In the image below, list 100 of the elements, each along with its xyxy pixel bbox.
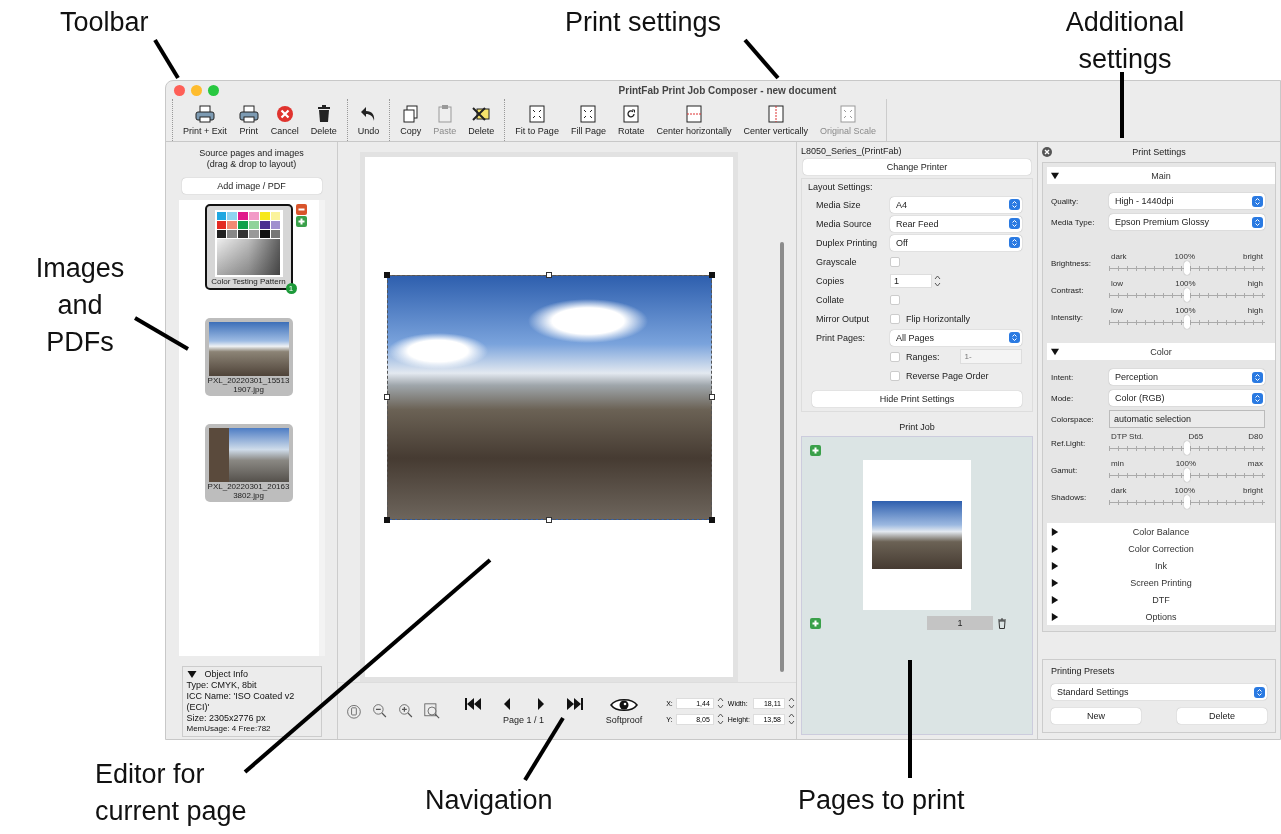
trash-icon[interactable]	[997, 617, 1007, 629]
resize-handle[interactable]	[708, 394, 715, 400]
photo-placeholder[interactable]	[386, 274, 712, 520]
section-header[interactable]: Ink	[1047, 557, 1275, 574]
delete-x-button[interactable]: Delete	[462, 99, 501, 141]
dropdown[interactable]: A4	[890, 196, 1022, 213]
checkbox[interactable]	[890, 351, 900, 362]
stepper-icon	[1009, 218, 1020, 229]
slider-thumb[interactable]	[1184, 468, 1190, 482]
copy-button[interactable]: Copy	[394, 99, 428, 141]
disclosure-triangle-icon[interactable]	[1051, 561, 1059, 570]
ranges-field[interactable]: 1-	[959, 349, 1022, 364]
rotate-button[interactable]: Rotate	[611, 99, 651, 141]
dropdown[interactable]: High - 1440dpi	[1109, 193, 1265, 209]
colorspace-field[interactable]: automatic selection	[1109, 410, 1265, 428]
cancel-button[interactable]: Cancel	[264, 99, 305, 141]
section-header[interactable]: Options	[1047, 608, 1275, 625]
center-h-button[interactable]: Center horizontally	[650, 99, 738, 141]
undo-button[interactable]: Undo	[351, 99, 386, 141]
setting-label: Quality:	[1051, 196, 1080, 206]
print-exit-button[interactable]: Print + Exit	[177, 99, 233, 141]
disclosure-triangle-icon[interactable]	[1051, 544, 1059, 553]
copies-field[interactable]: 1	[890, 273, 932, 288]
checkbox[interactable]	[890, 294, 900, 305]
thumbnail[interactable]: PXL_20220301_155131907.jpg	[204, 318, 293, 396]
disclosure-triangle-icon[interactable]	[1051, 612, 1059, 621]
checkbox[interactable]	[890, 313, 900, 324]
disclosure-triangle-icon[interactable]	[1051, 595, 1059, 604]
checkbox[interactable]	[890, 256, 900, 267]
setting-label: Gamut:	[1051, 466, 1079, 475]
section-header[interactable]: Color Correction	[1047, 540, 1275, 557]
fit-button[interactable]: Fit to Page	[509, 99, 565, 141]
resize-handle[interactable]	[546, 516, 552, 523]
resize-handle[interactable]	[383, 271, 390, 278]
slider-thumb[interactable]	[1184, 261, 1190, 275]
thumbnail[interactable]: PXL_20220301_201633802.jpg	[204, 424, 293, 502]
section-header[interactable]: Color Balance	[1047, 523, 1275, 540]
setting-label: Mirror Output	[816, 313, 870, 324]
page-indicator: Page 1 / 1	[503, 715, 545, 725]
trash-button[interactable]: Delete	[304, 99, 343, 141]
scale-label: high	[1247, 279, 1263, 288]
slider-thumb[interactable]	[1184, 315, 1190, 329]
zoom-fit-icon[interactable]	[423, 701, 440, 721]
disclosure-triangle-icon[interactable]	[1051, 578, 1059, 587]
dropdown[interactable]: Rear Feed	[890, 215, 1022, 232]
slider-thumb[interactable]	[1184, 288, 1190, 302]
close-button[interactable]	[174, 84, 185, 96]
fill-button[interactable]: Fill Page	[564, 99, 612, 141]
dropdown[interactable]: Standard Settings	[1051, 684, 1267, 700]
minus-icon[interactable]	[295, 204, 307, 215]
stepper-icon[interactable]	[716, 713, 724, 725]
info-text: ICC Name: 'ISO Coated v2 (ECI)'	[186, 691, 296, 713]
slider-thumb[interactable]	[1184, 495, 1190, 509]
dropdown[interactable]: Epson Premium Glossy	[1109, 214, 1265, 230]
first-page-icon[interactable]	[463, 697, 482, 711]
callout-label: Navigation	[425, 784, 554, 817]
print-button[interactable]: Print	[232, 99, 265, 141]
disclosure-triangle-icon[interactable]	[1051, 347, 1059, 356]
delete-button[interactable]: Delete	[1177, 708, 1267, 724]
stepper-icon	[1009, 237, 1020, 248]
stepper-icon[interactable]	[787, 713, 795, 725]
checkbox-label: Flip Horizontally	[906, 313, 971, 324]
stepper-icon[interactable]	[787, 697, 795, 709]
dropdown[interactable]: All Pages	[890, 329, 1022, 346]
last-page-icon[interactable]	[565, 697, 584, 711]
page-thumbnail[interactable]	[863, 460, 971, 610]
resize-handle[interactable]	[383, 394, 390, 400]
disclosure-triangle-icon[interactable]	[186, 670, 197, 679]
section-header[interactable]: Screen Printing	[1047, 574, 1275, 591]
leader-line	[523, 716, 565, 782]
slider-thumb[interactable]	[1184, 441, 1190, 455]
dropdown[interactable]: Perception	[1109, 369, 1265, 385]
eye-icon[interactable]	[609, 697, 638, 713]
stepper-icon[interactable]	[934, 274, 941, 287]
plus-icon[interactable]	[810, 445, 821, 456]
resize-handle[interactable]	[708, 271, 715, 278]
change-printer-button[interactable]: Change Printer	[803, 159, 1031, 175]
new-button[interactable]: New	[1051, 708, 1141, 724]
scale-label: dark	[1111, 486, 1127, 495]
stepper-icon[interactable]	[716, 697, 724, 709]
checkbox[interactable]	[890, 370, 900, 381]
dropdown[interactable]: Off	[890, 234, 1022, 251]
disclosure-triangle-icon[interactable]	[1051, 171, 1059, 180]
scale-label: D65	[1188, 432, 1204, 441]
hide-settings-button[interactable]: Hide Print Settings	[812, 391, 1022, 407]
resize-handle[interactable]	[383, 516, 390, 523]
resize-handle[interactable]	[708, 516, 715, 523]
plus-icon[interactable]	[295, 216, 307, 227]
section-header[interactable]: Color	[1047, 343, 1275, 360]
section-header[interactable]: Main	[1047, 167, 1275, 184]
close-icon[interactable]	[1042, 147, 1052, 157]
resize-handle[interactable]	[546, 271, 552, 278]
dropdown[interactable]: Color (RGB)	[1109, 390, 1265, 406]
plus-icon[interactable]	[810, 617, 821, 629]
add-image-button[interactable]: Add image / PDF	[181, 178, 322, 194]
leader-line	[743, 38, 780, 80]
disclosure-triangle-icon[interactable]	[1051, 527, 1059, 536]
printer-icon	[194, 104, 215, 124]
section-header[interactable]: DTF	[1047, 591, 1275, 608]
center-v-button[interactable]: Center vertically	[737, 99, 814, 141]
